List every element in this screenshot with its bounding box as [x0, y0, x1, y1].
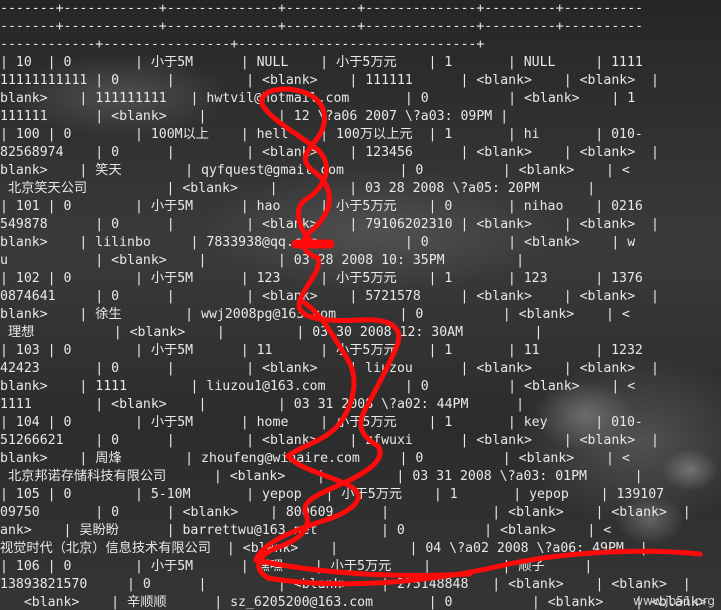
- terminal-line: <blank> | 辛顺顺 | sz_6205200@163.com | 0 |…: [0, 595, 707, 610]
- terminal-line: 0874641 | 0 | | <blank> | 5721578 | <bla…: [0, 289, 659, 304]
- terminal-line: 51266621 | 0 | | <blank> | zfwuxi | <bla…: [0, 433, 659, 448]
- terminal-line: blank> | 111111111 | hwtvil@hotmail.com …: [0, 91, 636, 106]
- terminal-line: | 101 | 0 | 小于5M | hao | 小于5万元 | 0 | nih…: [0, 199, 643, 214]
- terminal-line: -------+------------+--------------+----…: [0, 1, 644, 16]
- terminal-line: blank> | 笑天 | qyfquest@gmail.com | 0 | <…: [0, 163, 630, 178]
- terminal-line: | 106 | 0 | 小于5M | 嘿嘿 | 小于5万元 | | 顺子 |: [0, 559, 593, 574]
- terminal-line: 09750 | 0 | <blank> | 800609 | | <blank>…: [0, 505, 691, 520]
- terminal-line: | 104 | 0 | 小于5M | home | 小于5万元 | 1 | ke…: [0, 415, 643, 430]
- terminal-line: blank> | 周烽 | zhoufeng@winaire.com | 0 |…: [0, 451, 630, 466]
- watermark-text: www.jb51.org: [633, 594, 715, 608]
- terminal-line: | 100 | 0 | 100M以上 | hell | 100万以上元 | 1 …: [0, 127, 643, 142]
- terminal-line: blank> | 1111 | liuzou1@163.com | 0 | <b…: [0, 379, 636, 394]
- terminal-line: 1111 | <blank> | | 03 31 2008 \?a02: 44P…: [0, 397, 525, 412]
- terminal-line: 北京邦诺存储科技有限公司 | <blank> | | 03 31 2008 \?…: [0, 469, 643, 484]
- terminal-line: u | <blank> | | 03 28 2008 10: 35PM |: [0, 253, 525, 268]
- terminal-line: 视觉时代（北京）信息技术有限公司 | <blank> | | 04 \?a02 …: [0, 541, 648, 556]
- terminal-line: -------+------------+--------------+----…: [0, 19, 644, 34]
- terminal-line: 549878 | 0 | | <blank> | 79106202310 | <…: [0, 217, 659, 232]
- terminal-line: 11111111111 | 0 | | <blank> | 111111 | <…: [0, 73, 659, 88]
- terminal-line: 111111 | <blank> | | 12 \?a06 2007 \?a03…: [0, 109, 509, 124]
- terminal-line: blank> | lilinbo | 7833938@qq.com | 0 | …: [0, 235, 636, 250]
- terminal-line: | 102 | 0 | 小于5M | 123 | 小于5万元 | 1 | 123…: [0, 271, 643, 286]
- terminal-line: blank> | 徐生 | wwj2008pg@163.com | 0 | <b…: [0, 307, 630, 322]
- terminal-line: 82568974 | 0 | | <blank> | 123456 | <bla…: [0, 145, 659, 160]
- terminal-line: ank> | 吴盼盼 | barrettwu@163.net | 0 | <bl…: [0, 523, 612, 538]
- terminal-line: | 103 | 0 | 小于5M | 11 | 小于5万元 | 1 | 11 |…: [0, 343, 643, 358]
- terminal-line: 13893821570 | 0 | | <blank> | 275148848 …: [0, 577, 691, 592]
- terminal-line: | 10 | 0 | 小于5M | NULL | 小于5万元 | 1 | NUL…: [0, 55, 643, 70]
- terminal-output[interactable]: -------+------------+--------------+----…: [0, 0, 721, 610]
- terminal-line: 理想 | <blank> | | 03 30 2008 12: 30AM |: [0, 325, 543, 340]
- terminal-line: 北京笑天公司 | <blank> | | 03 28 2008 \?a05: 2…: [0, 181, 596, 196]
- terminal-line: ------------+----------------+----------…: [0, 37, 485, 52]
- terminal-line: 42423 | 0 | | <blank> | liuzou | <blank>…: [0, 361, 659, 376]
- terminal-line: | 105 | 0 | 5-10M | yepop | 小于5万元 | 1 | …: [0, 487, 665, 502]
